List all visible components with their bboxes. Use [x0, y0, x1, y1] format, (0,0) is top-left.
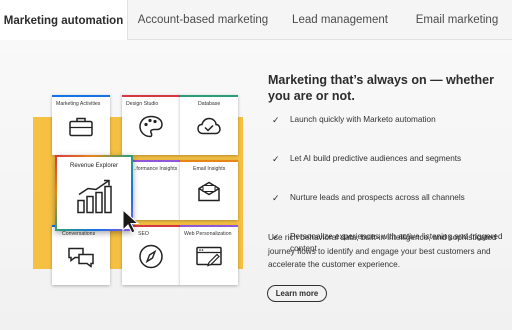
card-label: Marketing Activities [56, 101, 101, 107]
learn-more-button[interactable]: Learn more [267, 285, 327, 302]
card-label: Email Insights [193, 166, 226, 172]
card-marketing-activities: Marketing Activities [52, 95, 110, 155]
compass-icon [138, 244, 164, 275]
cloud-check-icon [196, 117, 222, 142]
chat-icon [67, 246, 95, 273]
card-accent [180, 225, 238, 227]
card-accent [122, 95, 180, 97]
cursor-arrow-icon [121, 208, 145, 239]
feature-list: ✓ Launch quickly with Marketo automation… [272, 114, 508, 253]
tab-bar: Marketing automation Account-based marke… [0, 0, 512, 41]
card-web-personalization: Web Personalization [180, 225, 238, 285]
bar-chart-trend-icon [74, 178, 114, 219]
card-accent [180, 95, 238, 97]
card-label: Revenue Explorer [69, 163, 119, 169]
tab-email-marketing[interactable]: Email marketing [402, 0, 512, 40]
tab-marketing-automation[interactable]: Marketing automation [0, 0, 128, 41]
list-item-text: Let AI build predictive audiences and se… [290, 154, 462, 163]
list-item-text: Nurture leads and prospects across all c… [290, 193, 465, 202]
card-accent [52, 95, 110, 97]
list-item: ✓ Nurture leads and prospects across all… [272, 192, 508, 204]
card-label: Design Studio [126, 101, 159, 107]
briefcase-icon [68, 116, 94, 143]
tab-lead-management[interactable]: Lead management [278, 0, 402, 40]
card-conversations: Conversations [52, 225, 110, 285]
card-label: Database [198, 101, 221, 107]
card-label: Web Personalization [184, 231, 232, 237]
envelope-icon [196, 181, 222, 208]
list-item: ✓ Launch quickly with Marketo automation [272, 114, 508, 126]
checkmark-icon: ✓ [272, 193, 280, 203]
description-paragraph: Use rich behavioral data, built-in intel… [268, 233, 497, 269]
card-email-insights: Email Insights [180, 160, 238, 220]
card-design-studio: Design Studio [122, 95, 180, 155]
palette-icon [138, 115, 164, 144]
checkmark-icon: ✓ [272, 154, 280, 164]
card-label: Conversations [62, 231, 96, 237]
checkmark-icon: ✓ [272, 115, 280, 125]
list-item: ✓ Let AI build predictive audiences and … [272, 153, 508, 165]
card-accent [180, 160, 238, 162]
section-heading: Marketing that’s always on — whether you… [268, 73, 494, 103]
tab-account-based-marketing[interactable]: Account-based marketing [128, 0, 278, 40]
browser-icon [195, 246, 223, 273]
card-label: ...formance Insights [132, 166, 178, 172]
list-item-text: Launch quickly with Marketo automation [290, 115, 436, 124]
card-database: Database [180, 95, 238, 155]
